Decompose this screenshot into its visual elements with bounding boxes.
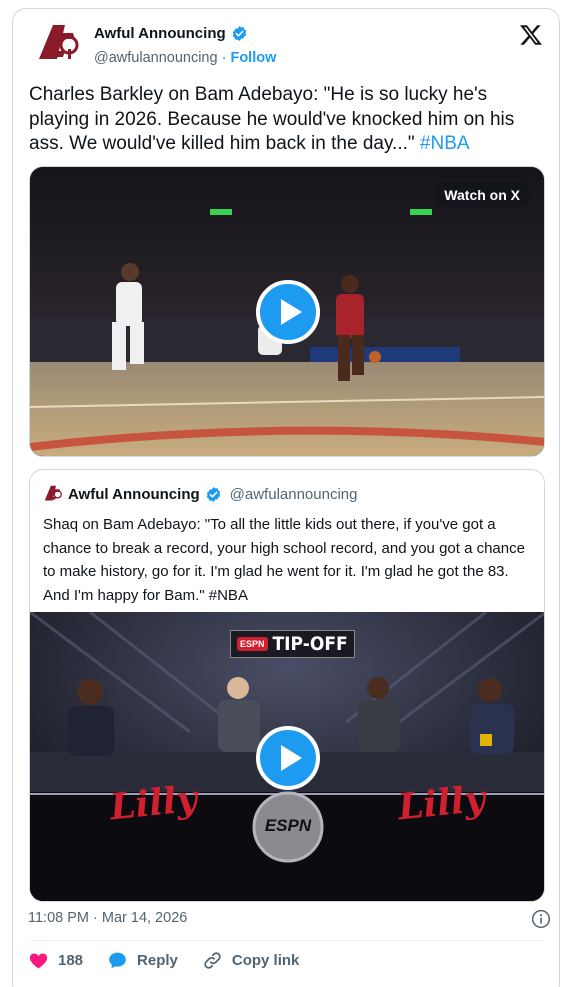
quoted-tweet-text: Shaq on Bam Adebayo: "To all the little … xyxy=(43,516,525,604)
quoted-author-handle[interactable]: @awfulannouncing xyxy=(230,486,358,503)
tweet-actions: 188 Reply Copy link xyxy=(28,950,323,971)
tip-off-banner: ESPN TIP-OFF xyxy=(230,630,355,658)
watch-on-x-button[interactable]: Watch on X xyxy=(434,183,530,207)
tweet-timestamp[interactable]: 11:08 PM · Mar 14, 2026 xyxy=(28,910,187,926)
hashtag-link[interactable]: #NBA xyxy=(420,133,470,154)
link-icon xyxy=(204,952,221,969)
follow-button[interactable]: Follow xyxy=(230,50,276,66)
banner-brand: ESPN xyxy=(237,637,268,651)
quoted-video-player[interactable]: ESPN TIP-OFF Lilly Lilly ESPN xyxy=(30,612,544,901)
like-count: 188 xyxy=(58,952,84,969)
play-icon[interactable] xyxy=(256,280,320,344)
footer-divider xyxy=(28,940,544,941)
awful-announcing-logo[interactable] xyxy=(35,21,81,67)
author-handle[interactable]: @awfulannouncing xyxy=(94,50,218,66)
quoted-tweet-header: Awful Announcing @awfulannouncing xyxy=(43,484,357,504)
verified-badge-icon xyxy=(206,486,220,502)
reply-label: Reply xyxy=(137,952,178,969)
heart-icon xyxy=(29,953,48,969)
quoted-tweet[interactable]: Awful Announcing @awfulannouncing Shaq o… xyxy=(29,469,545,902)
copy-link-label: Copy link xyxy=(231,952,300,969)
embedded-tweet-card: Awful Announcing @awfulannouncing · Foll… xyxy=(12,8,560,987)
reply-button[interactable]: Reply xyxy=(107,950,178,971)
author-name[interactable]: Awful Announcing xyxy=(94,25,226,42)
like-button[interactable]: 188 xyxy=(28,950,83,971)
author-name-row: Awful Announcing xyxy=(94,25,248,42)
info-icon[interactable] xyxy=(531,909,551,929)
copy-link-button[interactable]: Copy link xyxy=(202,950,300,971)
author-handle-row: @awfulannouncing · Follow xyxy=(94,50,276,66)
x-logo-icon[interactable] xyxy=(519,23,543,47)
verified-badge-icon xyxy=(232,26,246,41)
tweet-text: Charles Barkley on Bam Adebayo: "He is s… xyxy=(29,83,544,157)
espn-center-logo: ESPN xyxy=(264,816,312,835)
video-player[interactable]: Watch on X xyxy=(29,166,545,457)
awful-announcing-logo[interactable] xyxy=(43,484,63,504)
play-icon[interactable] xyxy=(256,726,320,790)
reply-bubble-icon xyxy=(109,952,126,969)
quoted-author-name[interactable]: Awful Announcing xyxy=(68,486,200,503)
separator-dot: · xyxy=(221,50,227,66)
banner-title: TIP-OFF xyxy=(272,633,348,655)
